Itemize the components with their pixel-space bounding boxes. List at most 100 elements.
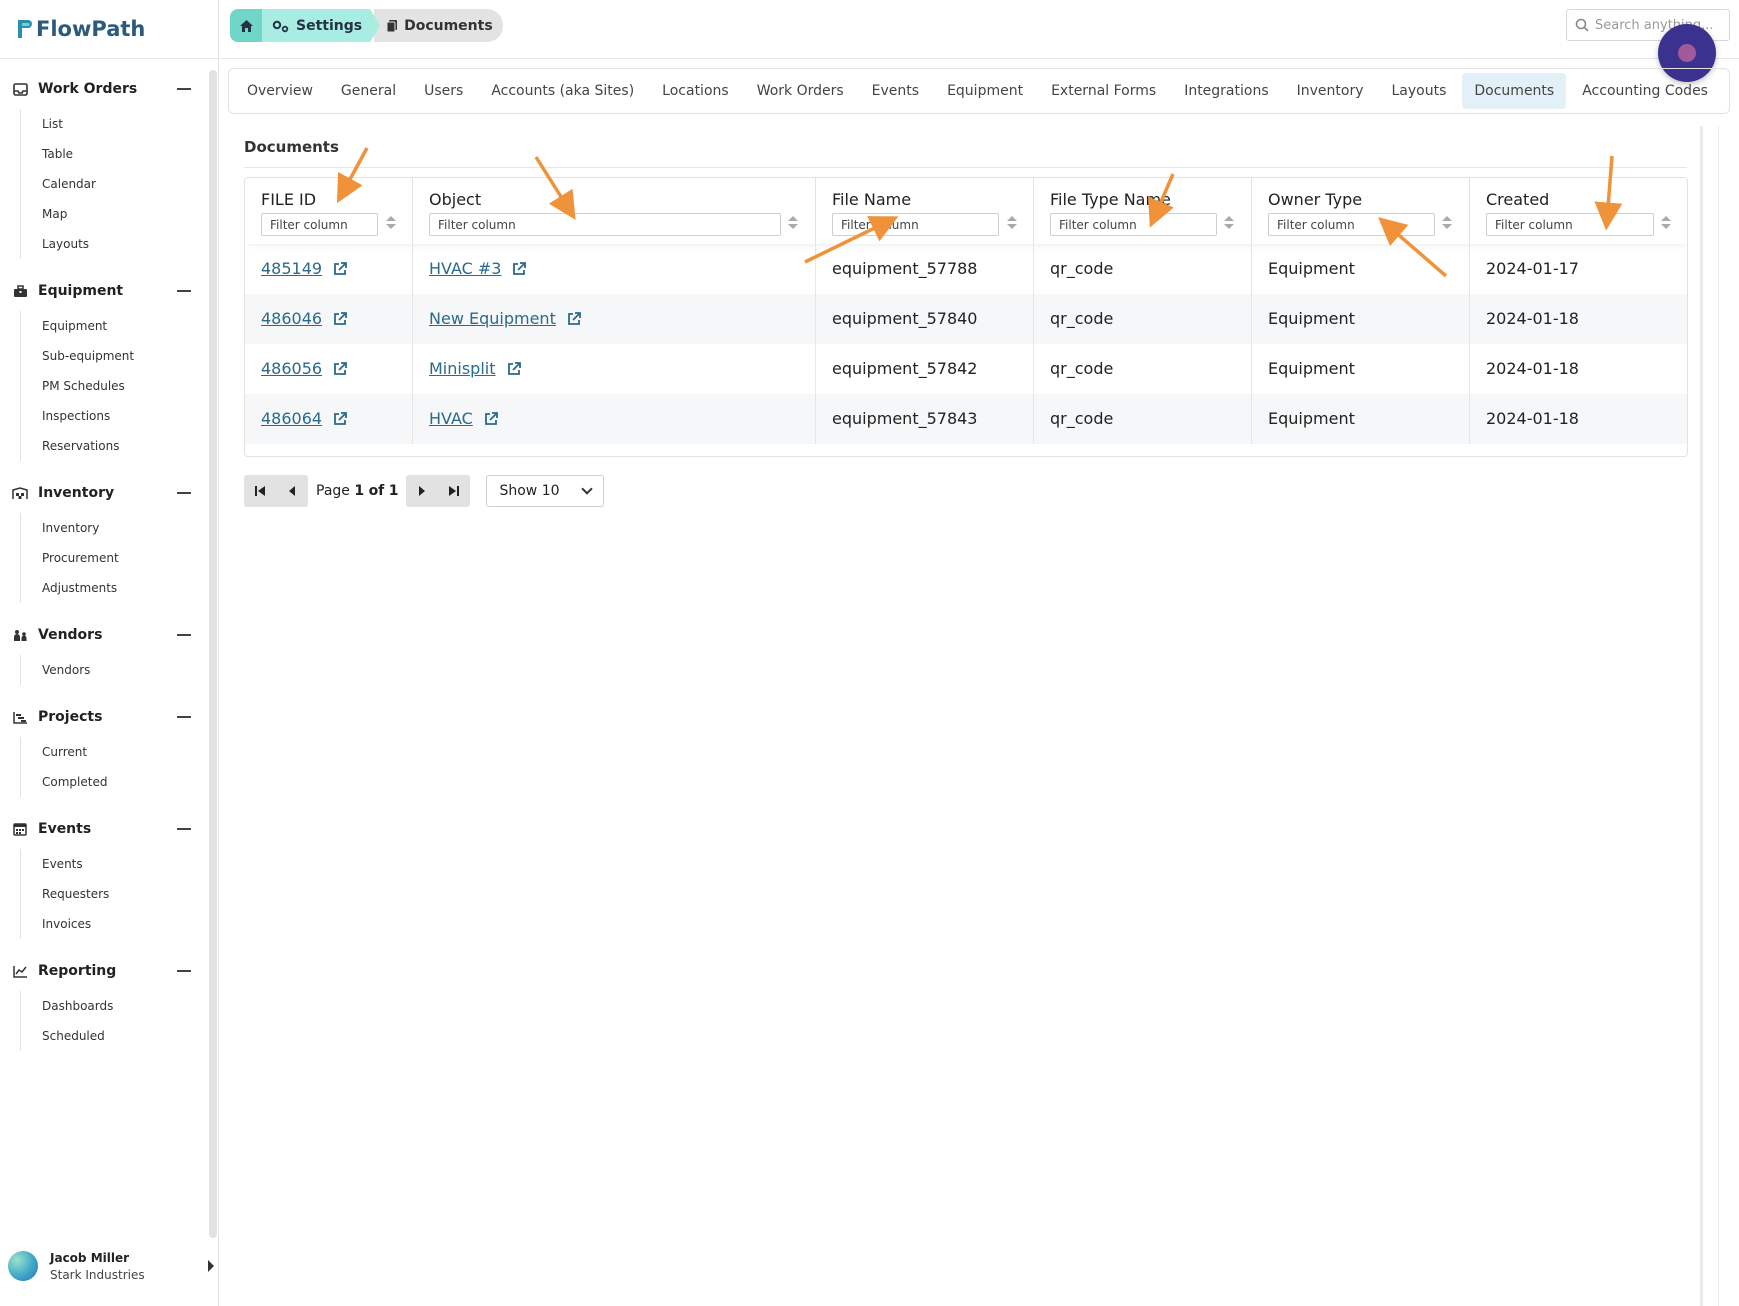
sidebar-section-projects: Projects Current Completed	[0, 697, 205, 797]
sidebar-header-inventory[interactable]: Inventory	[0, 473, 205, 513]
external-link-icon[interactable]	[332, 261, 348, 277]
tab-general[interactable]: General	[329, 73, 408, 109]
file-id-link[interactable]: 486056	[261, 344, 322, 394]
main-scrollbar[interactable]	[1700, 126, 1703, 1306]
page-size-select[interactable]: Show 10	[486, 475, 605, 507]
filter-created-input[interactable]	[1486, 213, 1654, 236]
object-link[interactable]: HVAC	[429, 394, 473, 444]
sidebar-item-table[interactable]: Table	[42, 139, 205, 169]
sidebar-item-sub-equipment[interactable]: Sub-equipment	[42, 341, 205, 371]
sort-icon[interactable]	[788, 216, 798, 230]
sidebar-header-work-orders[interactable]: Work Orders	[0, 69, 205, 109]
external-link-icon[interactable]	[483, 411, 499, 427]
tab-external-forms[interactable]: External Forms	[1039, 73, 1168, 109]
sidebar-header-vendors[interactable]: Vendors	[0, 615, 205, 655]
sidebar-item-reservations[interactable]: Reservations	[42, 431, 205, 461]
external-link-icon[interactable]	[566, 311, 582, 327]
tab-locations[interactable]: Locations	[650, 73, 741, 109]
tab-users[interactable]: Users	[412, 73, 475, 109]
tab-events[interactable]: Events	[860, 73, 931, 109]
sidebar-item-pm-schedules[interactable]: PM Schedules	[42, 371, 205, 401]
tab-documents[interactable]: Documents	[1462, 73, 1567, 109]
collapse-minus-icon[interactable]	[177, 88, 191, 90]
first-page-button[interactable]	[244, 475, 276, 507]
collapse-minus-icon[interactable]	[177, 290, 191, 292]
collapse-minus-icon[interactable]	[177, 828, 191, 830]
external-link-icon[interactable]	[506, 361, 522, 377]
app-logo[interactable]: FlowPath	[0, 0, 218, 59]
user-profile[interactable]: Jacob Miller Stark Industries	[8, 1246, 218, 1286]
sidebar-scrollbar[interactable]	[209, 70, 217, 1238]
sidebar-item-events[interactable]: Events	[42, 849, 205, 879]
file-id-link[interactable]: 485149	[261, 244, 322, 294]
collapse-minus-icon[interactable]	[177, 492, 191, 494]
tab-accounts[interactable]: Accounts (aka Sites)	[479, 73, 646, 109]
file-id-link[interactable]: 486064	[261, 394, 322, 444]
sidebar-header-reporting[interactable]: Reporting	[0, 951, 205, 991]
sidebar-item-list[interactable]: List	[42, 109, 205, 139]
sidebar-item-completed[interactable]: Completed	[42, 767, 205, 797]
sidebar-header-label: Projects	[38, 709, 103, 725]
tab-overview[interactable]: Overview	[235, 73, 325, 109]
breadcrumb-home[interactable]	[230, 9, 262, 42]
line-chart-icon	[12, 964, 28, 978]
tab-equipment[interactable]: Equipment	[935, 73, 1035, 109]
cell-file-id: 485149	[245, 244, 413, 294]
collapse-minus-icon[interactable]	[177, 634, 191, 636]
file-id-link[interactable]: 486046	[261, 294, 322, 344]
external-link-icon[interactable]	[511, 261, 527, 277]
object-link[interactable]: Minisplit	[429, 344, 496, 394]
sidebar-item-requesters[interactable]: Requesters	[42, 879, 205, 909]
sidebar-item-adjustments[interactable]: Adjustments	[42, 573, 205, 603]
sort-icon[interactable]	[386, 216, 396, 230]
page-of: of	[368, 483, 385, 499]
sidebar-item-layouts[interactable]: Layouts	[42, 229, 205, 259]
tab-layouts[interactable]: Layouts	[1380, 73, 1459, 109]
object-link[interactable]: HVAC #3	[429, 244, 501, 294]
external-link-icon[interactable]	[332, 411, 348, 427]
sort-icon[interactable]	[1661, 216, 1671, 230]
copy-icon	[386, 19, 398, 32]
sidebar-item-procurement[interactable]: Procurement	[42, 543, 205, 573]
sort-icon[interactable]	[1224, 216, 1234, 230]
last-page-button[interactable]	[438, 475, 471, 507]
filter-file-type-input[interactable]	[1050, 213, 1217, 236]
caret-right-icon[interactable]	[208, 1260, 214, 1272]
table-row: 486064 HVAC equipment_57843 qr_code Equi…	[245, 394, 1687, 444]
tab-integrations[interactable]: Integrations	[1172, 73, 1280, 109]
table-body: 485149 HVAC #3 equipment_57788 qr_code E…	[245, 244, 1687, 444]
sidebar-header-projects[interactable]: Projects	[0, 697, 205, 737]
sidebar-item-invoices[interactable]: Invoices	[42, 909, 205, 939]
next-page-button[interactable]	[406, 475, 439, 507]
collapse-minus-icon[interactable]	[177, 716, 191, 718]
filter-file-id-input[interactable]	[261, 213, 378, 236]
tab-work-orders[interactable]: Work Orders	[745, 73, 856, 109]
sidebar-item-equipment[interactable]: Equipment	[42, 311, 205, 341]
sidebar-item-current[interactable]: Current	[42, 737, 205, 767]
filter-object-input[interactable]	[429, 213, 781, 236]
breadcrumb-documents[interactable]: Documents	[374, 9, 503, 42]
collapse-minus-icon[interactable]	[177, 970, 191, 972]
sidebar-item-calendar[interactable]: Calendar	[42, 169, 205, 199]
object-link[interactable]: New Equipment	[429, 294, 556, 344]
sidebar-header-events[interactable]: Events	[0, 809, 205, 849]
column-header-object: Object	[413, 178, 816, 244]
sort-icon[interactable]	[1442, 216, 1452, 230]
sidebar-header-equipment[interactable]: Equipment	[0, 271, 205, 311]
filter-file-name-input[interactable]	[832, 213, 999, 236]
previous-page-button[interactable]	[276, 475, 308, 507]
sidebar-item-inventory[interactable]: Inventory	[42, 513, 205, 543]
tab-inventory[interactable]: Inventory	[1285, 73, 1376, 109]
sort-icon[interactable]	[1007, 216, 1017, 230]
breadcrumb-settings[interactable]: Settings	[262, 9, 380, 42]
sidebar-item-map[interactable]: Map	[42, 199, 205, 229]
sidebar-items-reporting: Dashboards Scheduled	[20, 991, 205, 1051]
sidebar-item-inspections[interactable]: Inspections	[42, 401, 205, 431]
sidebar-item-vendors[interactable]: Vendors	[42, 655, 205, 685]
sidebar-item-scheduled[interactable]: Scheduled	[42, 1021, 205, 1051]
filter-owner-type-input[interactable]	[1268, 213, 1435, 236]
sidebar-item-dashboards[interactable]: Dashboards	[42, 991, 205, 1021]
external-link-icon[interactable]	[332, 361, 348, 377]
external-link-icon[interactable]	[332, 311, 348, 327]
tab-accounting-codes[interactable]: Accounting Codes	[1570, 73, 1720, 109]
